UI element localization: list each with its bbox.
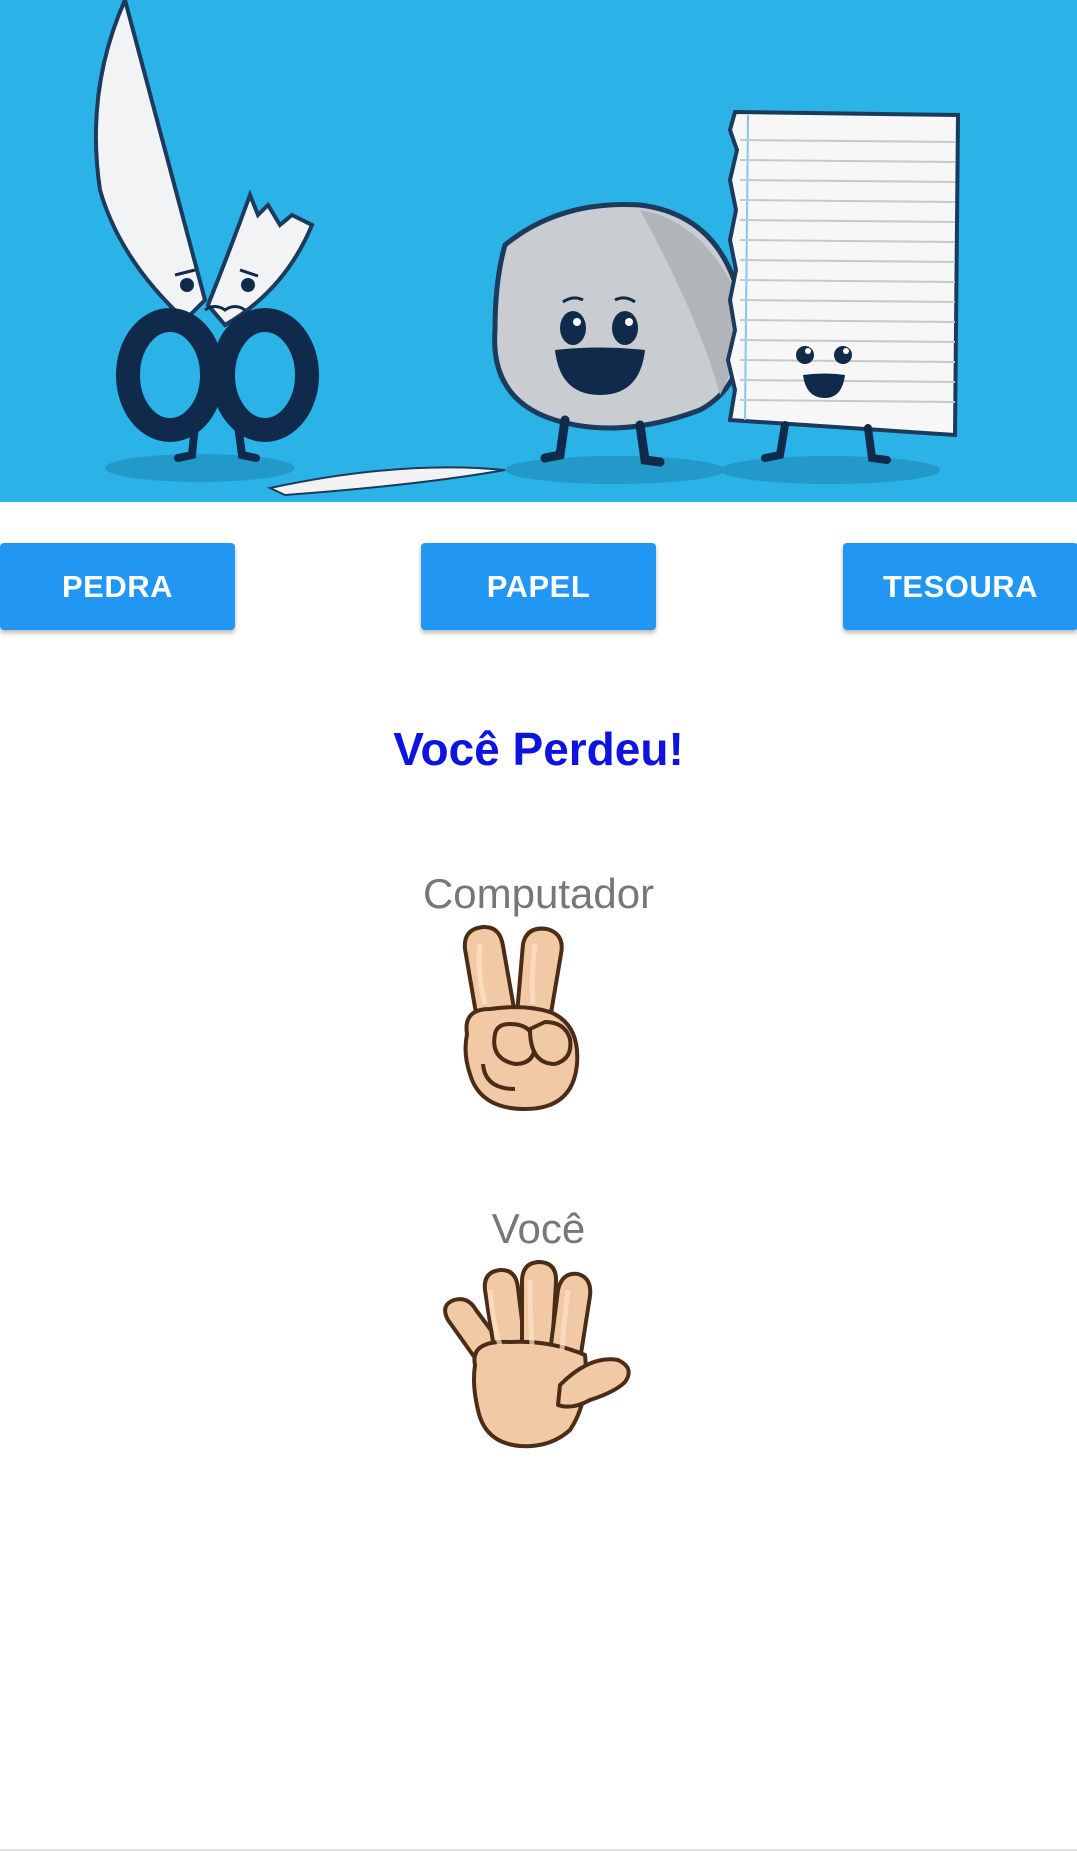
scissors-hand-icon [455,924,605,1119]
rock-paper-scissors-illustration [93,0,961,497]
paper-character [725,109,961,464]
scissors-character [93,0,319,462]
scissors-button[interactable]: TESOURA [843,543,1077,630]
rock-button[interactable]: PEDRA [0,543,235,630]
computer-label: Computador [422,870,655,917]
paper-hand-icon [440,1260,635,1455]
paper-button[interactable]: PAPEL [421,543,656,630]
player-label: Você [491,1205,586,1252]
rock-character [492,202,746,467]
banner-image [0,0,1077,502]
result-text: Você Perdeu! [393,723,684,775]
